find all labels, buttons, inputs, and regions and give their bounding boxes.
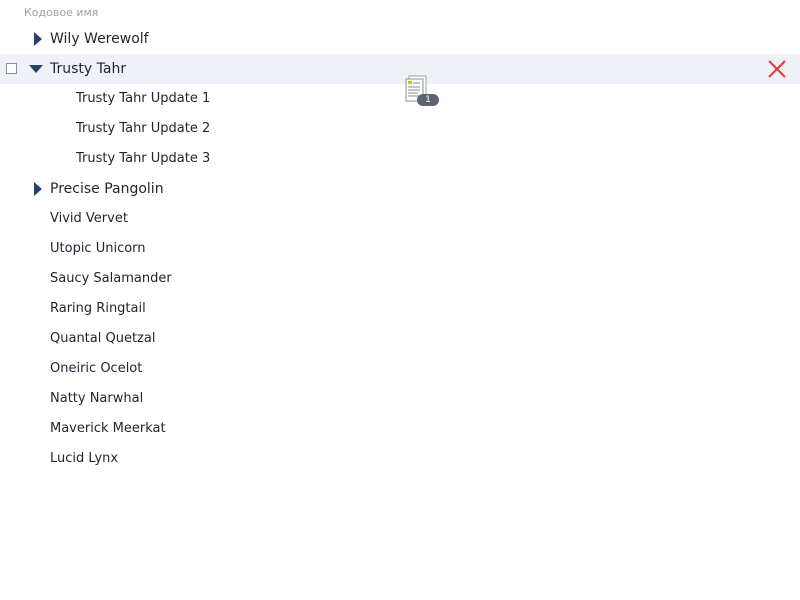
tree-row-utopic-unicorn[interactable]: Utopic Unicorn [0, 234, 800, 264]
tree-row-label: Trusty Tahr [50, 61, 127, 77]
tree-row-label: Lucid Lynx [50, 451, 119, 466]
tree-row-label: Trusty Tahr Update 3 [76, 151, 211, 166]
tree-row-saucy-salamander[interactable]: Saucy Salamander [0, 264, 800, 294]
tree-row-label: Oneiric Ocelot [50, 361, 143, 376]
drag-ghost: 1 [403, 73, 439, 107]
tree-row-label: Trusty Tahr Update 2 [76, 121, 211, 136]
tree-row-trusty-tahr-update-2[interactable]: Trusty Tahr Update 2 [0, 114, 800, 144]
tree-row-trusty-tahr[interactable]: Trusty Tahr [0, 54, 800, 84]
expand-icon[interactable] [31, 174, 45, 204]
tree-row-label: Utopic Unicorn [50, 241, 146, 256]
tree-row-label: Precise Pangolin [50, 181, 164, 197]
tree-row-vivid-vervet[interactable]: Vivid Vervet [0, 204, 800, 234]
tree-row-label: Natty Narwhal [50, 391, 144, 406]
tree-row-oneiric-ocelot[interactable]: Oneiric Ocelot [0, 354, 800, 384]
tree-row-trusty-tahr-update-3[interactable]: Trusty Tahr Update 3 [0, 144, 800, 174]
tree-row-label: Wily Werewolf [50, 31, 149, 47]
expand-icon[interactable] [31, 24, 45, 54]
drag-count-badge: 1 [417, 94, 439, 106]
tree-row-maverick-meerkat[interactable]: Maverick Meerkat [0, 414, 800, 444]
close-x-icon [768, 60, 786, 78]
release-tree: Кодовое имя Wily Werewolf Trusty Tahr Tr… [0, 0, 800, 600]
collapse-icon[interactable] [29, 54, 43, 84]
row-checkbox[interactable] [6, 63, 17, 74]
tree-row-trusty-tahr-update-1[interactable]: Trusty Tahr Update 1 [0, 84, 800, 114]
tree-row-raring-ringtail[interactable]: Raring Ringtail [0, 294, 800, 324]
tree-row-label: Maverick Meerkat [50, 421, 166, 436]
tree-row-wily-werewolf[interactable]: Wily Werewolf [0, 24, 800, 54]
column-header-codename[interactable]: Кодовое имя [24, 6, 98, 19]
delete-row-button[interactable] [766, 58, 788, 80]
tree-row-quantal-quetzal[interactable]: Quantal Quetzal [0, 324, 800, 354]
tree-row-lucid-lynx[interactable]: Lucid Lynx [0, 444, 800, 474]
tree-row-label: Trusty Tahr Update 1 [76, 91, 211, 106]
tree-row-label: Quantal Quetzal [50, 331, 156, 346]
tree-row-label: Saucy Salamander [50, 271, 172, 286]
tree-row-precise-pangolin[interactable]: Precise Pangolin [0, 174, 800, 204]
tree-row-label: Vivid Vervet [50, 211, 128, 226]
tree-row-label: Raring Ringtail [50, 301, 146, 316]
tree-row-natty-narwhal[interactable]: Natty Narwhal [0, 384, 800, 414]
